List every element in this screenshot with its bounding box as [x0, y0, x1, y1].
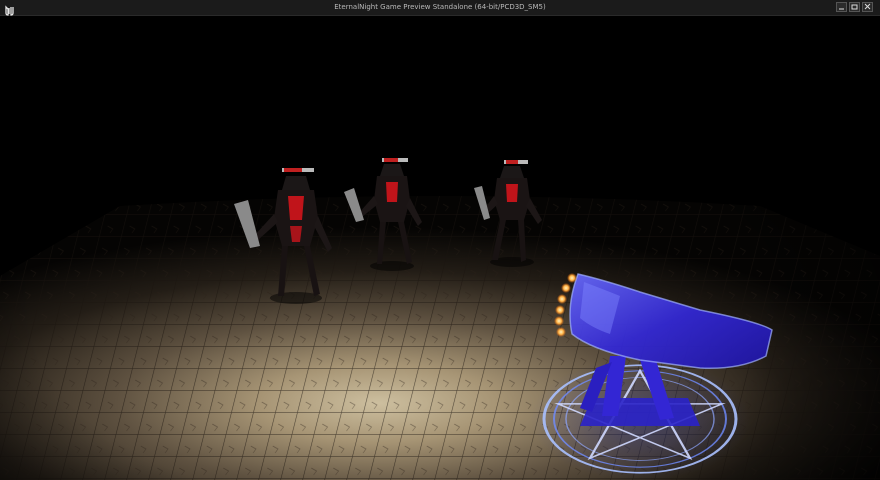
close-icon — [864, 3, 871, 10]
restore-button[interactable] — [849, 2, 860, 12]
game-viewport[interactable] — [0, 16, 880, 480]
game-scene — [0, 16, 880, 480]
title-bar: EternalNight Game Preview Standalone (64… — [0, 0, 880, 16]
restore-icon — [851, 4, 858, 10]
minimize-button[interactable] — [836, 2, 847, 12]
window-title: EternalNight Game Preview Standalone (64… — [334, 3, 546, 11]
close-button[interactable] — [862, 2, 873, 12]
minimize-icon — [839, 8, 844, 10]
